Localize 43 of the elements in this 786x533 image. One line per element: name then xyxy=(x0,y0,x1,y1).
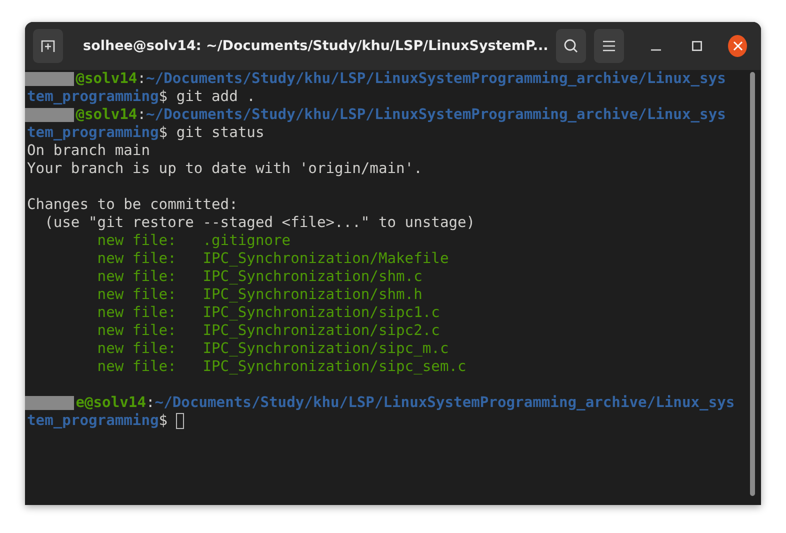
prompt-host: @solv14 xyxy=(76,106,138,124)
staged-file-line: new file: IPC_Synchronization/shm.c xyxy=(96,268,422,286)
scrollbar-thumb[interactable] xyxy=(750,72,755,496)
window-title: solhee@solv14: ~/Documents/Study/khu/LSP/LinuxSystemP... xyxy=(82,38,548,54)
prompt-path: ~/Documents/Study/khu/LSP/LinuxSystemProgramming_archive/Linux_sys xyxy=(154,394,735,412)
staged-file-line: new file: IPC_Synchronization/sipc1.c xyxy=(96,304,440,322)
search-icon xyxy=(563,38,580,54)
redaction-block xyxy=(25,108,74,122)
menu-button[interactable] xyxy=(594,29,624,63)
terminal-text: $ git status xyxy=(158,124,264,142)
terminal-text: (use "git restore --staged <file>..." to unstage) xyxy=(44,214,476,232)
staged-file-line: new file: IPC_Synchronization/Makefile xyxy=(96,250,449,268)
terminal-text: Your branch is up to date with 'origin/main'. xyxy=(27,160,422,178)
maximize-icon xyxy=(692,41,702,51)
menu-icon xyxy=(602,40,616,52)
terminal-text: $ xyxy=(158,412,169,430)
text-cursor xyxy=(176,413,184,429)
prompt-host: @solv14 xyxy=(76,70,138,88)
terminal-text: : xyxy=(137,70,146,88)
new-tab-button[interactable] xyxy=(33,29,64,63)
terminal-text: $ git add . xyxy=(158,88,256,106)
terminal-text: : xyxy=(146,394,155,412)
new-tab-icon xyxy=(40,38,56,54)
staged-file-line: new file: IPC_Synchronization/shm.h xyxy=(96,286,422,304)
prompt-path: tem_programming xyxy=(27,412,159,430)
terminal-text: : xyxy=(137,106,146,124)
prompt-path: tem_programming xyxy=(27,88,159,106)
prompt-path: ~/Documents/Study/khu/LSP/LinuxSystemProgramming_archive/Linux_sys xyxy=(146,106,726,124)
close-button[interactable] xyxy=(728,35,747,57)
close-icon xyxy=(732,41,743,51)
staged-file-line: new file: .gitignore xyxy=(96,232,291,250)
prompt-host: e@solv14 xyxy=(76,394,146,412)
minimize-icon xyxy=(650,49,661,51)
redaction-block xyxy=(25,396,74,410)
staged-file-line: new file: IPC_Synchronization/sipc_sem.c xyxy=(96,358,466,376)
prompt-path: ~/Documents/Study/khu/LSP/LinuxSystemProgramming_archive/Linux_sys xyxy=(146,70,726,88)
terminal-text: On branch main xyxy=(27,142,150,160)
terminal-text: Changes to be committed: xyxy=(27,196,238,214)
staged-file-line: new file: IPC_Synchronization/sipc_m.c xyxy=(96,340,449,358)
redaction-block xyxy=(25,72,74,86)
staged-file-line: new file: IPC_Synchronization/sipc2.c xyxy=(96,322,440,340)
prompt-path: tem_programming xyxy=(27,124,159,142)
search-button[interactable] xyxy=(556,29,586,63)
